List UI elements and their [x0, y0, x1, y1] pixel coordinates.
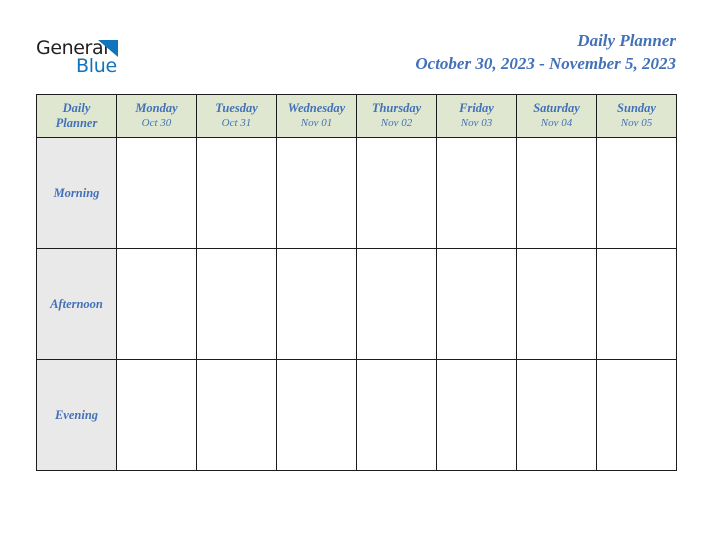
slot-evening-saturday[interactable]: [516, 359, 597, 471]
planner-table-header: Daily Planner Monday Oct 30 Tuesday Oct …: [36, 94, 677, 138]
period-label-evening: Evening: [36, 359, 117, 471]
day-name-friday: Friday: [459, 101, 494, 115]
slot-morning-tuesday[interactable]: [196, 137, 277, 249]
slot-evening-thursday[interactable]: [356, 359, 437, 471]
slot-afternoon-sunday[interactable]: [596, 248, 677, 360]
day-date-saturday: Nov 04: [540, 117, 573, 129]
period-label-afternoon: Afternoon: [36, 248, 117, 360]
planner-table-body: Morning Afternoon Evening: [36, 137, 677, 471]
slot-morning-friday[interactable]: [436, 137, 517, 249]
slot-evening-wednesday[interactable]: [276, 359, 357, 471]
slot-evening-tuesday[interactable]: [196, 359, 277, 471]
day-date-wednesday: Nov 01: [300, 117, 333, 129]
page-title: Daily Planner: [577, 31, 676, 50]
corner-header-cell: Daily Planner: [36, 94, 117, 138]
day-name-wednesday: Wednesday: [287, 101, 346, 115]
day-header-thursday: Thursday Nov 02: [356, 94, 437, 138]
slot-evening-friday[interactable]: [436, 359, 517, 471]
period-label-morning-text: Morning: [53, 185, 100, 200]
planner-row-afternoon: Afternoon: [36, 248, 677, 360]
slot-evening-monday[interactable]: [116, 359, 197, 471]
general-blue-logo: General Blue: [36, 38, 126, 78]
corner-header-line1: Daily: [62, 101, 91, 115]
slot-evening-sunday[interactable]: [596, 359, 677, 471]
slot-morning-sunday[interactable]: [596, 137, 677, 249]
day-date-friday: Nov 03: [460, 117, 493, 129]
title-block: Daily Planner October 30, 2023 - Novembe…: [415, 30, 676, 76]
day-header-saturday: Saturday Nov 04: [516, 94, 597, 138]
corner-header-line2: Planner: [55, 116, 98, 130]
planner-row-evening: Evening: [36, 359, 677, 471]
slot-afternoon-friday[interactable]: [436, 248, 517, 360]
planner-row-morning: Morning: [36, 137, 677, 249]
daily-planner-page: General Blue Daily Planner October 30, 2…: [0, 0, 712, 550]
day-header-monday: Monday Oct 30: [116, 94, 197, 138]
slot-afternoon-tuesday[interactable]: [196, 248, 277, 360]
day-name-sunday: Sunday: [617, 101, 656, 115]
slot-afternoon-wednesday[interactable]: [276, 248, 357, 360]
slot-afternoon-monday[interactable]: [116, 248, 197, 360]
period-label-afternoon-text: Afternoon: [50, 296, 103, 311]
day-name-tuesday: Tuesday: [215, 101, 258, 115]
slot-morning-wednesday[interactable]: [276, 137, 357, 249]
slot-morning-thursday[interactable]: [356, 137, 437, 249]
period-label-evening-text: Evening: [54, 407, 99, 422]
slot-morning-monday[interactable]: [116, 137, 197, 249]
day-name-thursday: Thursday: [371, 101, 422, 115]
day-header-wednesday: Wednesday Nov 01: [276, 94, 357, 138]
page-header: General Blue Daily Planner October 30, 2…: [36, 30, 676, 86]
header-row: Daily Planner Monday Oct 30 Tuesday Oct …: [36, 94, 677, 138]
day-date-tuesday: Oct 31: [221, 117, 252, 129]
day-date-monday: Oct 30: [141, 117, 172, 129]
day-header-sunday: Sunday Nov 05: [596, 94, 677, 138]
day-name-saturday: Saturday: [533, 101, 580, 115]
slot-morning-saturday[interactable]: [516, 137, 597, 249]
page-date-range: October 30, 2023 - November 5, 2023: [415, 54, 676, 73]
slot-afternoon-saturday[interactable]: [516, 248, 597, 360]
period-label-morning: Morning: [36, 137, 117, 249]
slot-afternoon-thursday[interactable]: [356, 248, 437, 360]
day-header-tuesday: Tuesday Oct 31: [196, 94, 277, 138]
day-date-sunday: Nov 05: [620, 117, 653, 129]
planner-table: Daily Planner Monday Oct 30 Tuesday Oct …: [36, 94, 677, 471]
day-date-thursday: Nov 02: [380, 117, 413, 129]
day-name-monday: Monday: [135, 101, 178, 115]
logo-text-blue: Blue: [76, 55, 117, 77]
day-header-friday: Friday Nov 03: [436, 94, 517, 138]
